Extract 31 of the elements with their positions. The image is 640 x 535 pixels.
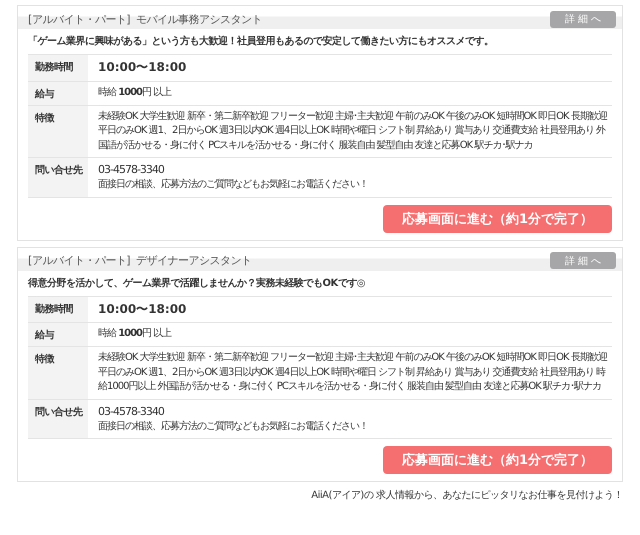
row-label: 給与 xyxy=(28,82,88,105)
work-hours: 10:00〜18:00 xyxy=(98,300,186,318)
features-line: 国語が活かせる・身に付く PCスキルを活かせる・身に付く 服装自由 髪型自由 友達と応募OK 駅チカ･駅ナカ xyxy=(98,138,532,153)
phone-number: 03-4578-3340 xyxy=(98,162,164,178)
detail-button[interactable]: 詳 細 へ xyxy=(550,10,616,28)
features-line: 給1000円以上 外国語が活かせる・身に付く PCスキルを活かせる・身に付く 服装自由 髪型自由 友達と応募OK 駅チカ･駅ナカ xyxy=(98,380,601,394)
row-label: 問い合せ先 xyxy=(28,158,88,197)
row-label: 問い合せ先 xyxy=(28,400,88,438)
phone-number: 03-4578-3340 xyxy=(98,404,164,420)
catch-copy: 得意分野を活かして、ゲーム業界で活躍しませんか？実務未経験でもOKです◎ xyxy=(26,276,366,291)
job-title: [アルバイト・パート] モバイル事務アシスタント xyxy=(28,12,262,26)
salary-text: 時給 1000円 以上 xyxy=(98,327,172,342)
contact-note: 面接日の相談、応募方法のご質問などもお気軽にお電話ください！ xyxy=(98,178,368,192)
apply-button[interactable]: 応募画面に進む（約1分で完了） xyxy=(383,446,612,474)
row-label: 特徴 xyxy=(28,106,88,158)
row-label: 勤務時間 xyxy=(28,296,88,322)
salary-text: 時給 1000円 以上 xyxy=(98,86,172,100)
features-line: 平日のみOK 週1、2日からOK 週3日以内OK 週4日以上OK 時間や曜日 シフト制 昇給あり 賞与あり 交通費支給 社員登用あり 外 xyxy=(98,124,605,138)
features-line: 平日のみOK 週1、2日からOK 週3日以内OK 週4日以上OK 時間や曜日 シフト制 昇給あり 賞与あり 交通費支給 社員登用あり 時 xyxy=(98,366,605,380)
job-title: [アルバイト・パート] デザイナーアシスタント xyxy=(28,253,252,268)
catch-copy: 「ゲーム業界に興味がある」という方も大歓迎！社員登用もあるので安定して働きたい方にもオススメです。 xyxy=(27,34,494,49)
contact-note: 面接日の相談、応募方法のご質問などもお気軽にお電話ください！ xyxy=(98,420,368,434)
row-label: 勤務時間 xyxy=(28,55,88,81)
apply-button[interactable]: 応募画面に進む（約1分で完了） xyxy=(383,204,612,233)
work-hours: 10:00〜18:00 xyxy=(98,59,186,76)
row-label: 給与 xyxy=(28,323,88,346)
row-label: 特徴 xyxy=(28,347,88,399)
features-line: 未経験OK 大学生歓迎 新卒・第二新卒歓迎 フリーター歓迎 主婦･主夫歓迎 午前のみOK 午後のみOK 短時間OK 即日OK 長期歓迎 xyxy=(98,110,607,124)
footer-text: AiiA(アイア)の 求人情報から、あなたにピッタリなお仕事を見付けよう！ xyxy=(311,488,623,502)
detail-button[interactable]: 詳 細 へ xyxy=(550,252,616,270)
features-line: 未経験OK 大学生歓迎 新卒・第二新卒歓迎 フリーター歓迎 主婦･主夫歓迎 午前のみOK 午後のみOK 短時間OK 即日OK 長期歓迎 xyxy=(98,351,607,366)
